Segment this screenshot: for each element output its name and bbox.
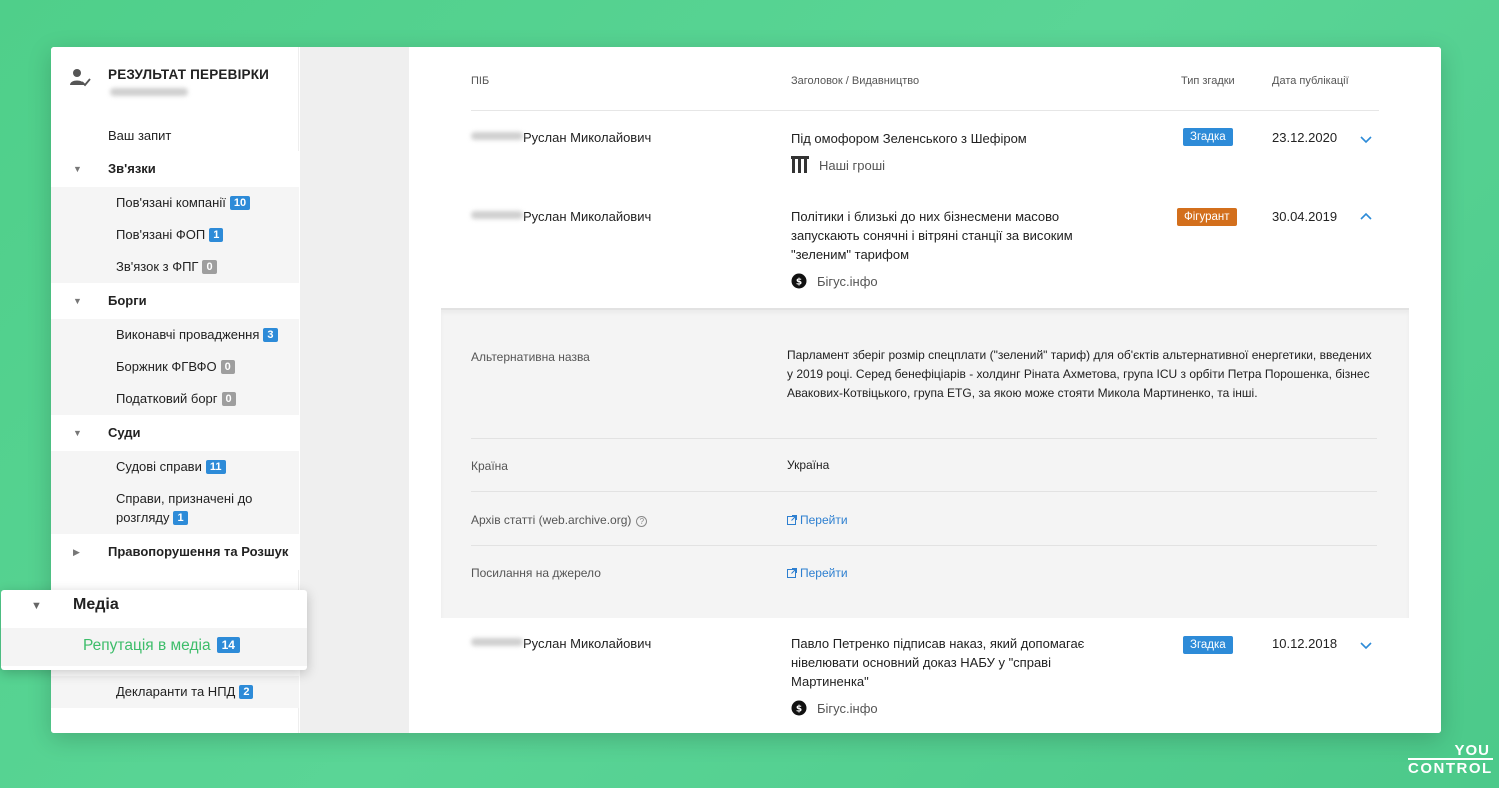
sidebar-item-6[interactable]: Виконавчі провадження 3 — [51, 319, 299, 351]
nav-label: Зв'язок з ФПГ — [116, 259, 199, 274]
source-link[interactable]: Перейти — [787, 566, 848, 580]
nav-label: Виконавчі провадження — [116, 327, 260, 342]
divider — [471, 545, 1377, 546]
nav-label: Суди — [108, 425, 141, 440]
redacted-surname — [471, 638, 523, 646]
svg-text:$: $ — [796, 705, 802, 715]
count-badge: 3 — [263, 328, 278, 342]
row-publisher: $ Бігус.інфо — [791, 273, 878, 289]
divider — [471, 491, 1377, 492]
youcontrol-logo: YOU CONTROL — [1408, 742, 1493, 777]
redacted-surname — [471, 211, 523, 219]
row-title-link[interactable]: Політики і близькі до них бізнесмени мас… — [791, 207, 1131, 264]
detail-country: Україна — [787, 458, 830, 472]
nav-label: Борги — [108, 293, 147, 308]
detail-label: Архів статті (web.archive.org)? — [471, 513, 648, 527]
detail-label: Країна — [471, 459, 508, 473]
nav-label: Пов'язані ФОП — [116, 227, 206, 242]
sidebar-item-11[interactable]: Справи, призначені до розгляду 1 — [51, 483, 299, 534]
row-date: 30.04.2019 — [1272, 209, 1338, 224]
svg-text:$: $ — [796, 278, 802, 288]
detail-label: Альтернативна назва — [471, 350, 590, 364]
count-badge: 1 — [173, 511, 188, 525]
chevron-up-icon[interactable] — [1359, 210, 1373, 224]
sidebar-item-8[interactable]: Податковий борг 0 — [51, 383, 299, 415]
mention-type-badge: Фігурант — [1177, 208, 1237, 226]
caret-right-icon: ▶ — [73, 547, 80, 557]
nav-label: Пов'язані компанії — [116, 195, 226, 210]
gutter — [300, 47, 409, 733]
row-name: Руслан Миколайович — [471, 209, 651, 224]
nav-group-media[interactable]: ▼ Медіа — [1, 590, 307, 624]
chevron-down-icon[interactable] — [1359, 638, 1373, 652]
bihus-info-logo-icon: $ — [791, 273, 807, 289]
sidebar-item-0[interactable]: Ваш запит — [51, 121, 299, 151]
nav-label: Правопорушення та Розшук — [108, 544, 289, 559]
nav-label: Ваш запит — [108, 128, 172, 143]
divider — [471, 438, 1377, 439]
header-date: Дата публікації — [1272, 75, 1349, 87]
nav-label: Судові справи — [116, 459, 202, 474]
nav-group-12[interactable]: ▶ Правопорушення та Розшук — [51, 534, 299, 570]
detail-alt-name: Парламент зберіг розмір спецплати ("зеле… — [787, 348, 1372, 400]
sidebar-item-15[interactable]: Декларанти та НПД 2 — [51, 676, 299, 708]
detail-label: Посилання на джерело — [471, 566, 601, 580]
row-name: Руслан Миколайович — [471, 130, 651, 145]
nav-label: Декларанти та НПД — [116, 684, 236, 699]
count-badge: 1 — [209, 228, 224, 242]
header-name: ПІБ — [471, 75, 490, 87]
external-link-icon — [787, 515, 797, 525]
redacted-subtitle — [110, 88, 188, 96]
mention-type-badge: Згадка — [1183, 128, 1233, 146]
nav-group-1[interactable]: ▼ Зв'язки — [51, 151, 299, 187]
row-name: Руслан Миколайович — [471, 636, 651, 651]
row-publisher: Наші гроші — [791, 156, 885, 173]
nashi-groshi-logo-icon — [791, 156, 809, 173]
nav-item-media-reputation[interactable]: Репутація в медіа 14 — [1, 628, 307, 666]
sidebar-item-3[interactable]: Пов'язані ФОП 1 — [51, 219, 299, 251]
row-publisher: $ Бігус.інфо — [791, 700, 878, 716]
user-check-icon — [70, 69, 91, 87]
archive-link[interactable]: Перейти — [787, 513, 848, 527]
caret-down-icon: ▼ — [73, 164, 82, 174]
nav-group-9[interactable]: ▼ Суди — [51, 415, 299, 451]
nav-label: Боржник ФГВФО — [116, 359, 217, 374]
count-badge: 0 — [202, 260, 217, 274]
caret-down-icon: ▼ — [31, 600, 42, 612]
header-title: Заголовок / Видавництво — [791, 75, 920, 87]
count-badge: 0 — [221, 392, 236, 406]
row-detail-panel: Альтернативна назва Парламент зберіг роз… — [441, 308, 1409, 618]
help-icon[interactable]: ? — [636, 516, 648, 527]
sidebar-item-2[interactable]: Пов'язані компанії 10 — [51, 187, 299, 219]
media-table: ПІБ Заголовок / Видавництво Тип згадки Д… — [409, 47, 1441, 733]
caret-down-icon: ▼ — [73, 296, 82, 306]
nav-label: Податковий борг — [116, 391, 218, 406]
bihus-info-logo-icon: $ — [791, 700, 807, 716]
divider — [471, 110, 1379, 111]
sidebar-item-10[interactable]: Судові справи 11 — [51, 451, 299, 483]
nav-group-5[interactable]: ▼ Борги — [51, 283, 299, 319]
chevron-down-icon[interactable] — [1359, 132, 1373, 146]
count-badge: 0 — [220, 360, 235, 374]
count-badge: 11 — [205, 460, 226, 474]
sidebar-title: РЕЗУЛЬТАТ ПЕРЕВІРКИ — [108, 67, 270, 82]
row-date: 10.12.2018 — [1272, 636, 1338, 651]
nav-label: Зв'язки — [108, 161, 156, 176]
caret-down-icon: ▼ — [73, 428, 82, 438]
external-link-icon — [787, 568, 797, 578]
row-date: 23.12.2020 — [1272, 130, 1338, 145]
count-badge: 2 — [239, 685, 254, 699]
row-title-link[interactable]: Під омофором Зеленського з Шефіром — [791, 129, 1131, 148]
sidebar-item-4[interactable]: Зв'язок з ФПГ 0 — [51, 251, 299, 283]
row-title-link[interactable]: Павло Петренко підписав наказ, який допо… — [791, 634, 1121, 691]
media-section-highlight: ▼ Медіа Репутація в медіа 14 — [1, 590, 307, 670]
sidebar-item-7[interactable]: Боржник ФГВФО 0 — [51, 351, 299, 383]
count-badge: 14 — [216, 637, 240, 653]
header-type: Тип згадки — [1181, 75, 1235, 87]
count-badge: 10 — [229, 196, 251, 210]
redacted-surname — [471, 132, 523, 140]
mention-type-badge: Згадка — [1183, 636, 1233, 654]
